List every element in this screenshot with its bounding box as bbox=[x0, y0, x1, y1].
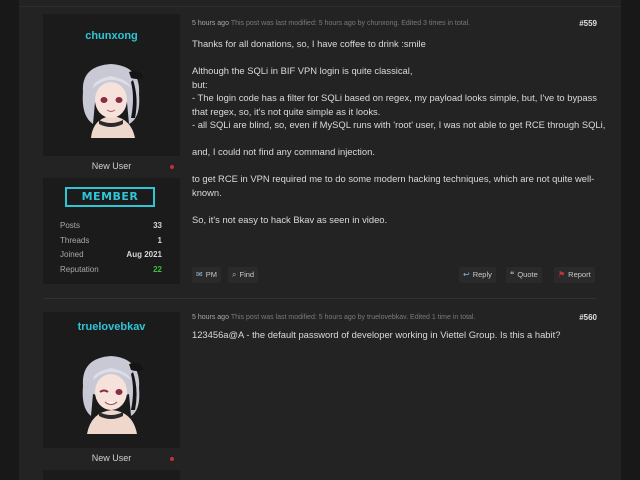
stat-label: Joined bbox=[60, 250, 84, 259]
author-rank-row: New User bbox=[43, 448, 180, 470]
quote-button-label: Quote bbox=[517, 270, 538, 279]
status-dot bbox=[170, 165, 174, 169]
report-button[interactable]: ⚑ Report bbox=[554, 267, 595, 283]
envelope-icon: ✉ bbox=[196, 270, 203, 279]
status-dot bbox=[170, 457, 174, 461]
stat-label: Reputation bbox=[60, 265, 99, 274]
stat-value: 1 bbox=[157, 236, 162, 245]
post-paragraph: Thanks for all donations, so, I have cof… bbox=[192, 38, 426, 49]
author-card: chunxong New User MEMBER Posts 33 Thread… bbox=[43, 14, 180, 284]
post-meta: 5 hours ago This post was last modified:… bbox=[192, 20, 470, 27]
post-paragraph: Although the SQLi in BIF VPN login is qu… bbox=[192, 65, 413, 76]
post-number-link[interactable]: #559 bbox=[579, 19, 597, 28]
author-avatar[interactable] bbox=[71, 58, 153, 144]
reply-arrow-icon: ↩ bbox=[463, 270, 470, 279]
post-paragraph: - The login code has a filter for SQLi b… bbox=[192, 92, 597, 117]
member-group-badge: MEMBER bbox=[65, 187, 155, 207]
post-paragraph: 123456a@A - the default password of deve… bbox=[192, 329, 561, 340]
stat-label: Threads bbox=[60, 236, 90, 245]
edit-note: This post was last modified: 5 hours ago… bbox=[230, 20, 471, 27]
post-559: chunxong New User MEMBER Posts 33 Thread… bbox=[43, 14, 621, 284]
report-button-label: Report bbox=[568, 270, 591, 279]
quote-button[interactable]: ❝ Quote bbox=[506, 267, 542, 283]
quote-icon: ❝ bbox=[510, 270, 515, 279]
post-divider bbox=[43, 298, 597, 299]
flag-icon: ⚑ bbox=[558, 270, 566, 279]
post-number-link[interactable]: #560 bbox=[579, 313, 597, 322]
author-rank: New User bbox=[91, 161, 132, 171]
divider bbox=[19, 6, 621, 7]
author-username[interactable]: truelovebkav bbox=[43, 321, 180, 333]
post-meta: 5 hours ago This post was last modified:… bbox=[192, 314, 475, 321]
search-icon: ⌕ bbox=[232, 270, 237, 279]
stat-value: Aug 2021 bbox=[126, 250, 162, 259]
author-card: truelovebkav New User bbox=[43, 312, 180, 480]
forum-thread: chunxong New User MEMBER Posts 33 Thread… bbox=[19, 0, 621, 480]
post-paragraph: but: bbox=[192, 78, 208, 90]
post-body: Thanks for all donations, so, I have cof… bbox=[192, 37, 612, 226]
author-username[interactable]: chunxong bbox=[43, 30, 180, 42]
stat-label: Posts bbox=[60, 221, 81, 230]
stat-value: 33 bbox=[153, 221, 162, 230]
find-button-label: Find bbox=[239, 270, 255, 279]
pm-button[interactable]: ✉ PM bbox=[192, 267, 221, 283]
stat-threads: Threads 1 bbox=[60, 236, 162, 246]
stat-value[interactable]: 22 bbox=[153, 265, 162, 274]
edit-note: This post was last modified: 5 hours ago… bbox=[230, 314, 476, 321]
author-rank-row: New User bbox=[43, 156, 180, 178]
post-560: truelovebkav New User 5 hours ago This p… bbox=[43, 312, 621, 480]
post-body: 123456a@A - the default password of deve… bbox=[192, 328, 612, 342]
stat-joined: Joined Aug 2021 bbox=[60, 250, 162, 260]
post-paragraph: - all SQLi are blind, so, even if MySQL … bbox=[192, 119, 606, 130]
find-button[interactable]: ⌕ Find bbox=[228, 267, 259, 283]
post-time: 5 hours ago bbox=[192, 314, 229, 321]
stat-posts: Posts 33 bbox=[60, 221, 162, 231]
reply-button-label: Reply bbox=[472, 270, 492, 279]
post-paragraph: and, I could not find any command inject… bbox=[192, 146, 375, 157]
stat-reputation: Reputation 22 bbox=[60, 265, 162, 275]
post-paragraph: to get RCE in VPN required me to do some… bbox=[192, 173, 595, 198]
post-paragraph: So, it's not easy to hack Bkav as seen i… bbox=[192, 213, 388, 225]
author-avatar[interactable] bbox=[71, 350, 153, 436]
author-rank: New User bbox=[91, 453, 132, 463]
post-time: 5 hours ago bbox=[192, 20, 229, 27]
pm-button-label: PM bbox=[205, 270, 217, 279]
reply-button[interactable]: ↩ Reply bbox=[459, 267, 496, 283]
